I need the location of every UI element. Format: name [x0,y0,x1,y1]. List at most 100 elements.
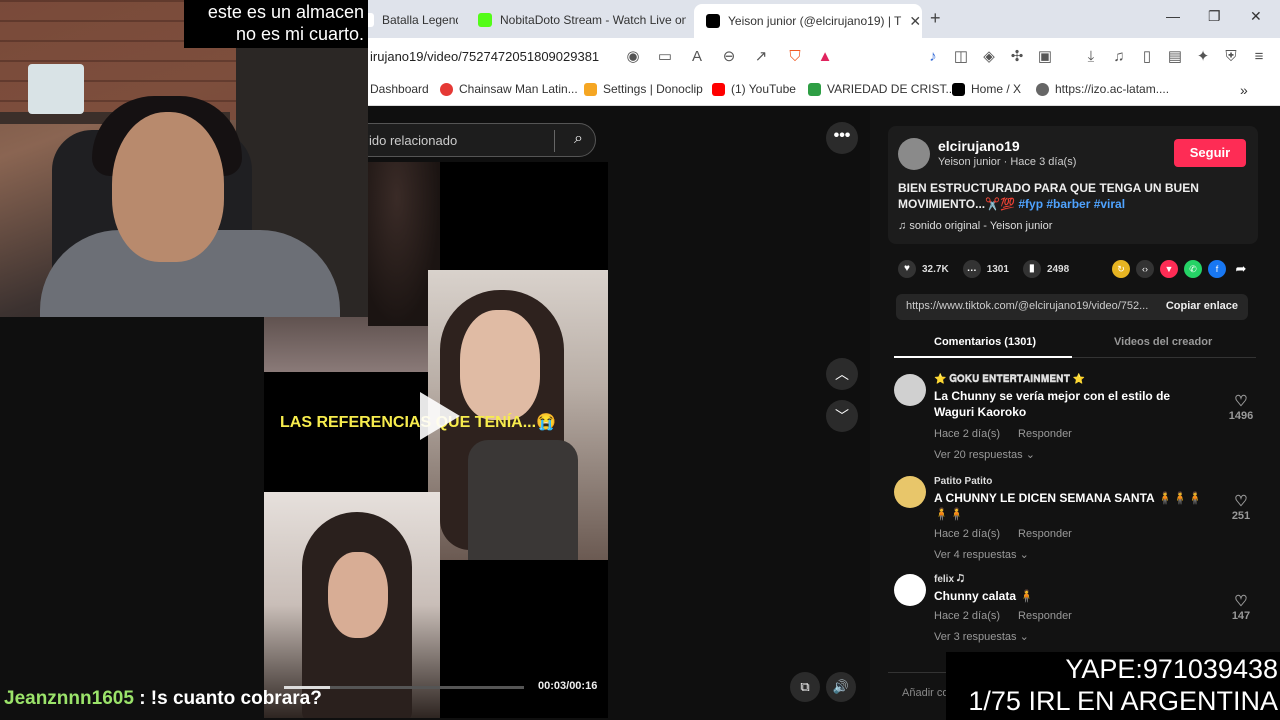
audio-icon[interactable]: ♪ [924,48,942,66]
bookmark-variedad[interactable]: VARIEDAD DE CRIST... [808,82,955,96]
post-description: BIEN ESTRUCTURADO PARA QUE TENGA UN BUEN… [898,180,1228,212]
sidebar-icon[interactable]: ▯ [1138,48,1156,66]
bookmark-favicon [808,82,821,96]
repost-icon[interactable]: ↻ [1112,260,1130,278]
view-replies-button[interactable]: Ver 3 respuestas ⌄ [934,630,1029,643]
view-replies-button[interactable]: Ver 4 respuestas ⌄ [934,548,1029,561]
comment-like-count: 147 [1231,610,1251,622]
search-input[interactable]: ido relacionado ⌕ [330,123,596,157]
save-stat[interactable]: ▮ 2498 [1022,260,1069,278]
avatar[interactable] [894,574,926,606]
comment-like[interactable]: ♡ 251 [1224,492,1258,522]
bookmark-label: VARIEDAD DE CRIST... [827,82,956,96]
embed-icon[interactable]: ‹› [1136,260,1154,278]
bookmark-favicon [584,82,597,96]
media-icon[interactable]: ♫ [1110,48,1128,66]
bookmark-icon: ▮ [1022,260,1041,278]
comment-like[interactable]: ♡ 147 [1224,592,1258,622]
translate-icon[interactable]: A [688,48,706,66]
x-icon [952,82,965,96]
username[interactable]: elcirujano19 [938,138,1020,154]
facebook-icon[interactable]: f [1208,260,1226,278]
follow-button[interactable]: Seguir [1174,139,1246,167]
comment-author[interactable]: felix 🎝 [934,574,964,585]
comment-text: A CHUNNY LE DICEN SEMANA SANTA 🧍🧍🧍🧍🧍 [934,491,1203,521]
reply-button[interactable]: Responder [1018,528,1072,540]
close-tab-icon[interactable]: ✕ [909,13,921,30]
reply-button[interactable]: Responder [1018,428,1072,440]
bookmark-chainsaw[interactable]: Chainsaw Man Latin... [440,82,578,96]
comment-item: felix 🎝 Chunny calata 🧍 Hace 2 día(s) Res… [894,574,1254,654]
avatar[interactable] [894,374,926,406]
globe-icon [1036,82,1049,96]
whatsapp-icon[interactable]: ✆ [1184,260,1202,278]
url-field[interactable]: irujano19/video/7527472051809029381 [370,49,599,64]
hashtags[interactable]: #fyp #barber #viral [1018,197,1125,211]
more-options-icon[interactable]: ••• [826,122,858,154]
face-shape [112,112,224,262]
comments-tabs: Comentarios (1301) Videos del creador [894,330,1256,358]
user-subtitle: Yeison junior · Hace 3 día(s) [938,156,1077,168]
bookmark-x[interactable]: Home / X [952,82,1021,96]
search-icon[interactable]: ⌕ [574,130,583,148]
reply-button[interactable]: Responder [1018,610,1072,622]
subtitle-overlay: este es un almacen no es mi cuarto. [184,0,368,48]
tab-tiktok[interactable]: Yeison junior (@elcirujano19) | T ✕ [694,4,922,38]
tab-label: Yeison junior (@elcirujano19) | T [728,14,902,28]
extension-icon[interactable]: ◈ [980,48,998,66]
download-icon[interactable]: ⤓ [1082,48,1100,66]
bookmark-youtube[interactable]: (1) YouTube [712,82,796,96]
post-info-card: elcirujano19 Yeison junior · Hace 3 día(… [888,126,1258,244]
close-window-icon[interactable]: ✕ [1250,8,1262,25]
brave-rewards-icon[interactable]: ▲ [816,48,834,66]
donation-overlay: YAPE:971039438 1/75 IRL EN ARGENTINA [946,652,1280,720]
share-link[interactable]: https://www.tiktok.com/@elcirujano19/vid… [906,300,1148,312]
video-time: 00:03/00:16 [538,680,598,692]
share-page-icon[interactable]: ↗ [752,48,770,66]
bookmark-izo[interactable]: https://izo.ac-latam.... [1036,82,1169,96]
tab-creator-videos[interactable]: Videos del creador [1114,336,1212,348]
new-tab-icon[interactable]: + [930,8,941,29]
view-replies-button[interactable]: Ver 20 respuestas ⌄ [934,448,1035,461]
share-icon[interactable]: ➦ [1232,260,1250,278]
brave-shield-icon[interactable]: ⛉ [786,48,804,66]
bookmark-donoclip[interactable]: Settings | Donoclip [584,82,703,96]
youtube-icon [712,82,725,96]
play-icon[interactable] [420,392,460,440]
volume-icon[interactable]: 🔊 [826,672,856,702]
puzzle-icon[interactable]: ✣ [1008,48,1026,66]
sound-link[interactable]: ♫ sonido original - Yeison junior [898,220,1052,232]
tab-comments[interactable]: Comentarios (1301) [934,336,1036,348]
avatar[interactable] [898,138,930,170]
comment-stat[interactable]: … 1301 [962,260,1009,278]
comment-author[interactable]: ⭐ 𝐆𝐎𝐊𝐔 𝐄𝐍𝐓𝐄𝐑𝐓𝐀𝐈𝐍𝐌𝐄𝐍𝐓 ⭐ [934,374,1085,385]
bookmark-dashboard[interactable]: Dashboard [370,82,429,96]
zoom-icon[interactable]: ⊖ [720,48,738,66]
next-video-icon[interactable]: ﹀ [826,400,858,432]
tab-kick[interactable]: NobitaDoto Stream - Watch Live on [466,6,686,34]
vpn-icon[interactable]: ⛨ [1222,48,1240,66]
wallet-icon[interactable]: ▤ [1166,48,1184,66]
tab-label: Batalla Legendar [382,13,458,27]
pip-icon[interactable]: ⧉ [790,672,820,702]
comment-meta: Hace 2 día(s) Responder [934,428,1072,440]
leo-icon[interactable]: ✦ [1194,48,1212,66]
minimize-icon[interactable]: — [1166,8,1180,24]
send-icon[interactable]: ▼ [1160,260,1178,278]
comment-author[interactable]: Patito Patito [934,476,992,487]
menu-icon[interactable]: ≡ [1250,48,1268,66]
bookmarks-overflow-icon[interactable]: » [1240,82,1248,98]
avatar[interactable] [894,476,926,508]
previous-video-icon[interactable]: ︿ [826,358,858,390]
extension-icon[interactable]: ▣ [1036,48,1054,66]
restore-icon[interactable]: ❐ [1208,8,1221,25]
comment-like[interactable]: ♡ 1496 [1224,392,1258,422]
like-stat[interactable]: ♥ 32.7K [898,260,949,278]
comment-count: 1301 [986,263,1009,275]
comment-meta: Hace 2 día(s) Responder [934,528,1072,540]
cast-icon[interactable]: ▭ [656,48,674,66]
copy-link-button[interactable]: Copiar enlace [1166,300,1238,312]
broadcast-icon[interactable]: ◉ [624,48,642,66]
extension-icon[interactable]: ◫ [952,48,970,66]
kick-icon [478,13,492,27]
